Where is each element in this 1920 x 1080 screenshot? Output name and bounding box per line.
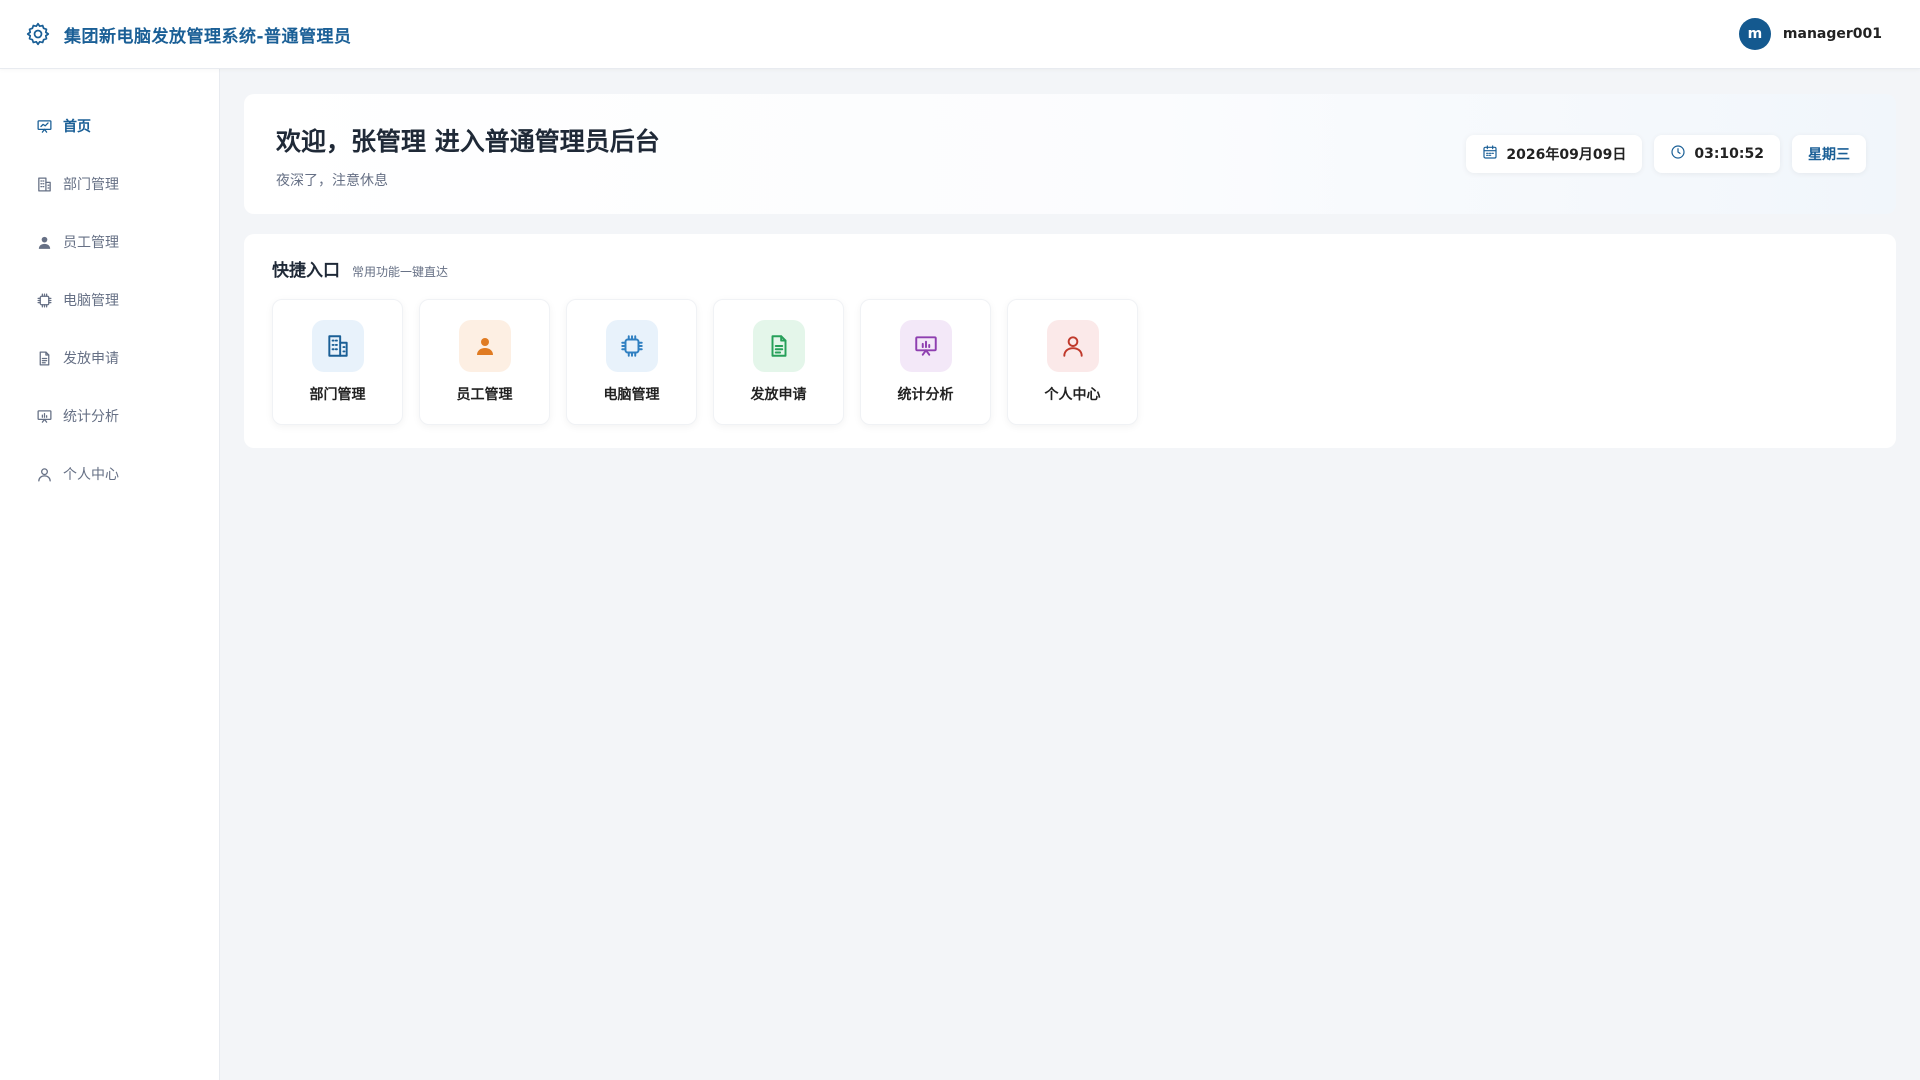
- brand[interactable]: 集团新电脑发放管理系统-普通管理员: [24, 20, 352, 48]
- quick-card-label: 电脑管理: [603, 387, 660, 403]
- quick-card-label: 员工管理: [456, 387, 513, 403]
- sidebar-item-label: 发放申请: [63, 351, 119, 367]
- avatar[interactable]: m: [1738, 18, 1771, 50]
- welcome-subtitle: 夜深了，注意休息: [276, 173, 388, 189]
- quick-access-cards: 部门管理 员工管理 电脑管理 发放申请 统计分析 个人中心: [272, 299, 1868, 425]
- welcome-panel: 欢迎，张管理 进入普通管理员后台 夜深了，注意休息 2026年09月09日 03…: [244, 94, 1896, 214]
- app-title: 集团新电脑发放管理系统-普通管理员: [64, 26, 352, 47]
- quick-card-profile[interactable]: 个人中心: [1007, 299, 1138, 425]
- sidebar-item-statistics[interactable]: 统计分析: [0, 387, 219, 445]
- sidebar-item-computers[interactable]: 电脑管理: [0, 271, 219, 329]
- sidebar-item-label: 员工管理: [63, 235, 119, 251]
- quick-card-label: 部门管理: [309, 387, 366, 403]
- calendar-icon: [1482, 144, 1498, 164]
- sidebar: 首页 部门管理 员工管理 电脑管理 发放申请 统计分析 个人中心: [0, 69, 220, 1080]
- quick-access-panel: 快捷入口 常用功能一键直达 部门管理 员工管理 电脑管理 发放申请 统计分析 个…: [244, 234, 1896, 448]
- sidebar-item-profile[interactable]: 个人中心: [0, 445, 219, 503]
- clock-icon: [1670, 144, 1686, 164]
- sidebar-item-employees[interactable]: 员工管理: [0, 213, 219, 271]
- date-text: 2026年09月09日: [1506, 147, 1627, 163]
- user-menu[interactable]: m manager001: [1738, 18, 1882, 50]
- top-bar: 集团新电脑发放管理系统-普通管理员 m manager001: [0, 0, 1920, 69]
- quick-card-employees[interactable]: 员工管理: [419, 299, 550, 425]
- building-icon: [35, 175, 53, 193]
- username: manager001: [1782, 26, 1882, 42]
- quick-access-title: 快捷入口: [272, 261, 340, 281]
- quick-card-label: 个人中心: [1044, 387, 1101, 403]
- sidebar-item-requests[interactable]: 发放申请: [0, 329, 219, 387]
- cpu-chip-icon: [35, 291, 53, 309]
- sidebar-item-label: 个人中心: [63, 467, 119, 483]
- sidebar-item-label: 电脑管理: [63, 293, 119, 309]
- sidebar-item-label: 统计分析: [63, 409, 119, 425]
- quick-access-subtitle: 常用功能一键直达: [352, 265, 449, 279]
- sidebar-item-label: 首页: [63, 119, 91, 135]
- user-icon: [35, 233, 53, 251]
- sidebar-item-home[interactable]: 首页: [0, 97, 219, 155]
- document-icon: [752, 320, 805, 372]
- building-icon: [311, 320, 364, 372]
- quick-card-departments[interactable]: 部门管理: [272, 299, 403, 425]
- time-text: 03:10:52: [1694, 146, 1764, 162]
- weekday-pill: 星期三: [1792, 135, 1866, 173]
- datetime-pills: 2026年09月09日 03:10:52 星期三: [1466, 135, 1866, 173]
- quick-card-statistics[interactable]: 统计分析: [860, 299, 991, 425]
- quick-access-header: 快捷入口 常用功能一键直达: [272, 256, 1868, 281]
- weekday-text: 星期三: [1808, 147, 1850, 163]
- main-content: 欢迎，张管理 进入普通管理员后台 夜深了，注意休息 2026年09月09日 03…: [244, 94, 1896, 448]
- user-outline-icon: [35, 465, 53, 483]
- presentation-chart-icon: [35, 117, 53, 135]
- date-pill: 2026年09月09日: [1466, 135, 1643, 173]
- user-outline-icon: [1046, 320, 1099, 372]
- cpu-chip-icon: [605, 320, 658, 372]
- presentation-chart-icon: [35, 407, 53, 425]
- user-icon: [458, 320, 511, 372]
- quick-card-computers[interactable]: 电脑管理: [566, 299, 697, 425]
- quick-card-label: 发放申请: [750, 387, 807, 403]
- quick-card-requests[interactable]: 发放申请: [713, 299, 844, 425]
- time-pill: 03:10:52: [1654, 135, 1780, 173]
- quick-card-label: 统计分析: [897, 387, 954, 403]
- gear-icon: [24, 20, 52, 48]
- presentation-chart-icon: [899, 320, 952, 372]
- sidebar-item-departments[interactable]: 部门管理: [0, 155, 219, 213]
- document-icon: [35, 349, 53, 367]
- sidebar-item-label: 部门管理: [63, 177, 119, 193]
